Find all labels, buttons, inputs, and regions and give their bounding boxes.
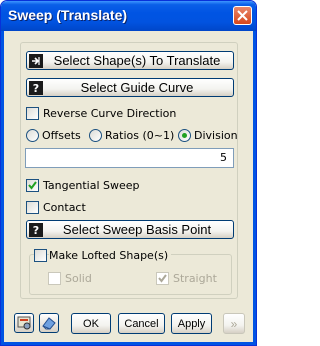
offsets-label: Offsets [42,129,81,142]
eraser-icon [42,317,56,330]
solid-label: Solid [65,272,92,285]
apply-button[interactable]: Apply [171,313,212,334]
cancel-label: Cancel [124,317,159,330]
division-value: 5 [220,151,227,164]
contact-label: Contact [43,201,86,214]
contact-checkbox[interactable] [26,201,39,214]
radio-selected-dot [182,133,187,138]
division-radio[interactable] [178,129,191,142]
more-label: » [230,316,238,331]
close-icon [237,10,248,21]
more-button[interactable]: » [223,313,245,334]
close-button[interactable] [233,6,252,25]
select-shapes-button[interactable]: Select Shape(s) To Translate [26,51,234,70]
check-icon [158,274,167,283]
solid-checkbox[interactable] [48,272,61,285]
window-title: Sweep (Translate) [8,7,128,23]
window-border-left [1,31,4,345]
check-icon [28,181,37,190]
select-sweep-basis-label: Select Sweep Basis Point [62,222,212,237]
sweep-translate-dialog: Sweep (Translate) Select Shape(s) To Tra… [0,0,257,346]
select-sweep-basis-button[interactable]: ? Select Sweep Basis Point [26,220,234,239]
settings-button[interactable] [14,313,34,333]
offsets-radio[interactable] [26,129,39,142]
settings-icon [17,316,31,330]
window-border-bottom [1,342,256,345]
tangential-sweep-checkbox[interactable] [26,179,39,192]
apply-label: Apply [177,317,206,330]
ok-label: OK [83,317,99,330]
reverse-curve-checkbox[interactable] [26,107,39,120]
cancel-button[interactable]: Cancel [118,313,165,334]
ok-button[interactable]: OK [71,313,111,334]
division-value-input[interactable]: 5 [25,148,234,168]
erase-button[interactable] [39,313,59,333]
make-lofted-label: Make Lofted Shape(s) [49,249,172,262]
select-guide-curve-button[interactable]: ? Select Guide Curve [26,78,234,97]
straight-label: Straight [173,272,217,285]
ratios-label: Ratios (0~1) [105,129,175,142]
make-lofted-checkbox[interactable] [34,249,47,262]
window-border-right [253,31,256,345]
straight-checkbox[interactable] [156,272,169,285]
division-label: Division [194,129,238,142]
select-guide-curve-label: Select Guide Curve [80,80,194,95]
tangential-sweep-label: Tangential Sweep [43,179,140,192]
title-bar[interactable]: Sweep (Translate) [1,1,256,31]
reverse-curve-label: Reverse Curve Direction [43,107,177,120]
select-shapes-label: Select Shape(s) To Translate [53,53,221,68]
ratios-radio[interactable] [89,129,102,142]
